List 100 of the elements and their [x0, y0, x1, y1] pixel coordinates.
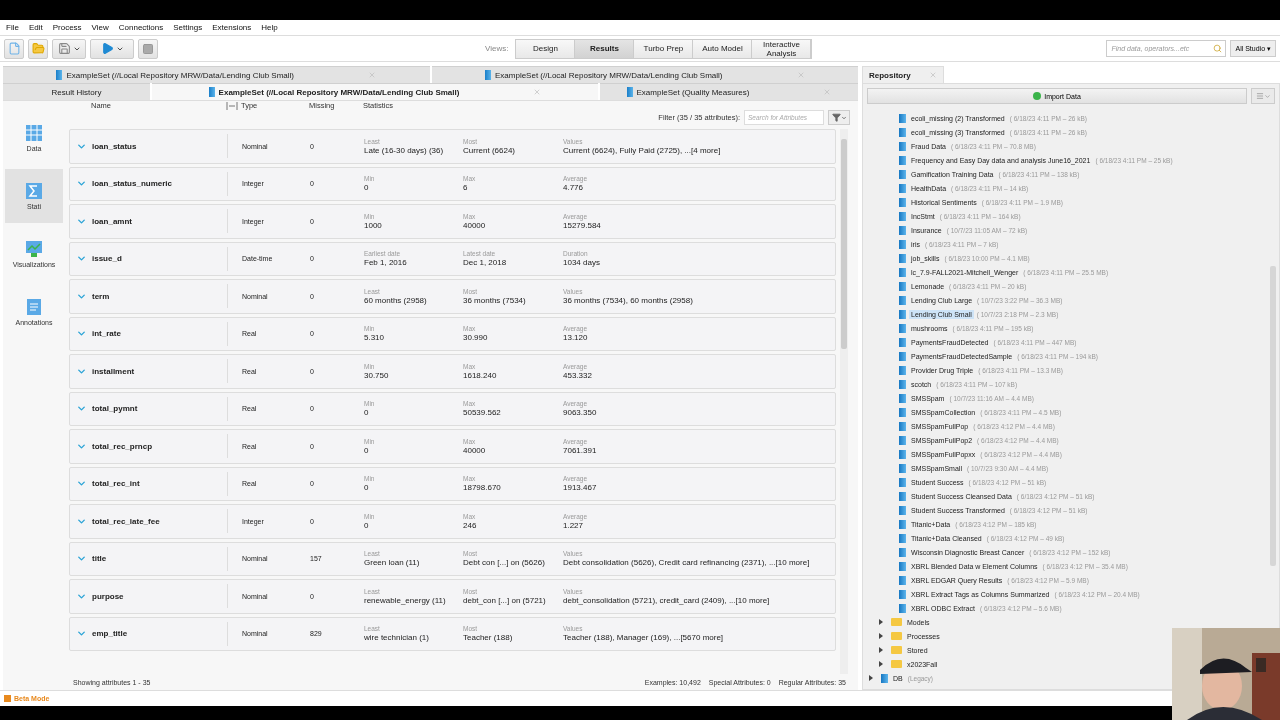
- menu-icon: [1255, 92, 1264, 100]
- statistic-value: 1.227: [563, 520, 584, 530]
- run-button[interactable]: [90, 38, 134, 59]
- statistic-value: 36 months (7534), 60 months (2958): [563, 295, 694, 305]
- menu-item[interactable]: View: [91, 23, 109, 32]
- sigma-icon: [25, 182, 43, 200]
- attribute-name: total_rec_late_fee: [92, 516, 161, 526]
- open-button[interactable]: [28, 38, 48, 59]
- statistic-value: 1618.240: [463, 370, 498, 380]
- result-tab[interactable]: ExampleSet (//Local Repository MRW/Data/Lending Club Small): [152, 83, 598, 100]
- close-icon[interactable]: [368, 71, 376, 79]
- folder-icon: [891, 618, 902, 626]
- document-icon: [7, 42, 21, 55]
- stop-button[interactable]: [138, 38, 158, 59]
- close-icon[interactable]: [533, 88, 542, 96]
- statistic-value: Current (6624): [463, 145, 517, 155]
- close-icon[interactable]: [929, 71, 937, 79]
- tab-label: ExampleSet (//Local Repository MRW/Data/Lending Club Small): [495, 70, 723, 80]
- play-icon: [100, 42, 114, 55]
- result-tab[interactable]: ExampleSet (//Local Repository MRW/Data/Lending Club Small): [431, 66, 858, 83]
- attribute-name: int_rate: [92, 329, 122, 339]
- statistic-value: 50539.562: [463, 408, 502, 418]
- view-button[interactable]: Results: [575, 39, 635, 58]
- statistic-value: Feb 1, 2016: [364, 258, 408, 268]
- statistic-value: 18798.670: [463, 483, 502, 493]
- attribute-name: total_pymnt: [92, 404, 139, 414]
- view-button[interactable]: Interactive Analysis: [752, 39, 812, 58]
- statistic-value: Dec 1, 2018: [463, 258, 508, 268]
- attribute-name: issue_d: [92, 254, 123, 264]
- expand-icon[interactable]: [879, 633, 883, 639]
- save-icon: [57, 42, 71, 55]
- tab-label: ExampleSet (Quality Measures): [636, 87, 750, 97]
- expand-icon[interactable]: [879, 661, 883, 667]
- attribute-name: loan_status_numeric: [92, 179, 174, 189]
- close-icon[interactable]: [823, 88, 832, 96]
- statistic-value: debt_con [...] on (5721): [463, 595, 547, 605]
- attribute-name: total_rec_int: [92, 479, 141, 489]
- statistic-value: 4.776: [563, 183, 585, 193]
- expand-icon[interactable]: [879, 647, 883, 653]
- scrollbar[interactable]: [840, 129, 848, 674]
- note-icon: [25, 298, 43, 316]
- menu-item[interactable]: Help: [261, 23, 278, 32]
- tab-label: ExampleSet (//Local Repository MRW/Data/Lending Club Small): [218, 87, 460, 97]
- menu-item[interactable]: Process: [52, 23, 82, 32]
- result-tab[interactable]: ExampleSet (Quality Measures): [600, 83, 858, 100]
- statistic-value: 246: [463, 520, 478, 530]
- menu-item[interactable]: File: [6, 23, 19, 32]
- attribute-name: purpose: [92, 591, 125, 601]
- view-button[interactable]: Turbo Prep: [634, 39, 694, 58]
- statistic-value: 30.990: [463, 333, 489, 343]
- statistic-value: renewable_energy (11): [364, 595, 447, 605]
- filter-button[interactable]: [828, 110, 850, 125]
- attribute-name: emp_title: [92, 629, 129, 639]
- view-button[interactable]: Design: [516, 39, 576, 58]
- statistic-value: 0: [364, 183, 370, 193]
- stop-icon: [142, 42, 154, 55]
- expand-icon[interactable]: [879, 619, 883, 625]
- views-label: Views:: [485, 44, 509, 53]
- repository-tab[interactable]: Repository: [862, 66, 944, 83]
- search-icon[interactable]: [1213, 44, 1223, 53]
- chart-icon: [25, 240, 43, 258]
- statistic-value: 1000: [364, 220, 383, 230]
- expand-icon[interactable]: [869, 675, 873, 681]
- resize-icon[interactable]: [226, 101, 238, 110]
- caret-icon: [1263, 92, 1271, 100]
- caret-icon: [840, 114, 847, 121]
- statistic-value: 6: [463, 183, 469, 193]
- menu-item[interactable]: Settings: [173, 23, 203, 32]
- beta-icon: [4, 695, 11, 702]
- statistic-value: Late (16-30 days) (36): [364, 145, 445, 155]
- table-icon: [25, 124, 43, 142]
- attribute-name: loan_status: [92, 141, 138, 151]
- statistic-value: 0: [364, 520, 370, 530]
- save-button[interactable]: [52, 38, 86, 59]
- view-button[interactable]: Auto Model: [693, 39, 753, 58]
- statistic-value: Teacher (188), Manager (169), ...[5670 more]: [563, 633, 725, 643]
- attribute-name: total_rec_prncp: [92, 441, 154, 451]
- menu-button[interactable]: [1251, 88, 1275, 104]
- statistic-value: 1034 days: [563, 258, 601, 268]
- data-icon: [485, 70, 491, 80]
- attribute-name: title: [92, 554, 108, 564]
- result-tab[interactable]: ExampleSet (//Local Repository MRW/Data/Lending Club Small): [3, 66, 430, 83]
- tab-label: Result History: [51, 87, 102, 97]
- statistic-value: 0: [364, 483, 370, 493]
- statistic-value: Current (6624), Fully Paid (2725), ...[4 more]: [563, 145, 722, 155]
- new-process-button[interactable]: [4, 38, 24, 59]
- statistic-value: 60 months (2958): [364, 295, 428, 305]
- close-icon[interactable]: [796, 71, 805, 79]
- attribute-name: installment: [92, 366, 136, 376]
- filter-icon: [831, 113, 841, 122]
- folder-icon: [891, 646, 902, 654]
- menu-item[interactable]: Connections: [118, 23, 164, 32]
- menu-item[interactable]: Extensions: [212, 23, 252, 32]
- data-icon: [56, 70, 63, 80]
- folder-icon: [891, 632, 902, 640]
- statistic-value: 36 months (7534): [463, 295, 527, 305]
- folder-icon: [891, 660, 902, 668]
- result-tab[interactable]: Result History: [3, 83, 150, 100]
- menu-item[interactable]: Edit: [28, 23, 43, 32]
- statistic-value: 0: [364, 445, 370, 455]
